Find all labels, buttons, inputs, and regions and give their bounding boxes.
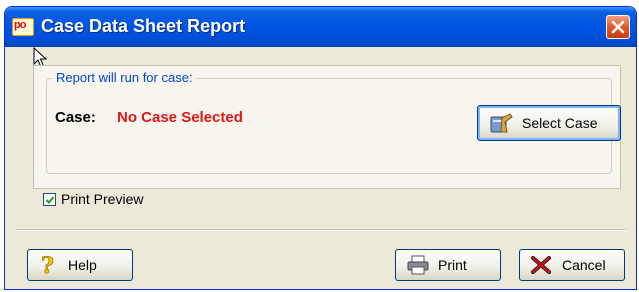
printer-icon (407, 255, 429, 275)
dialog-window: po Case Data Sheet Report Report will ru… (4, 6, 637, 290)
app-icon-text: po (14, 19, 26, 31)
divider (15, 229, 626, 231)
checkmark-icon (45, 196, 55, 204)
window-title: Case Data Sheet Report (41, 16, 246, 36)
cancel-icon (531, 256, 551, 274)
help-button[interactable]: ? Help (27, 249, 133, 281)
select-case-label: Select Case (522, 115, 598, 131)
app-icon[interactable]: po (12, 18, 34, 36)
case-label: Case: (55, 109, 96, 126)
select-case-icon (490, 113, 513, 133)
cancel-label: Cancel (562, 257, 606, 273)
print-button[interactable]: Print (395, 249, 501, 281)
report-panel: Report will run for case: Case: No Case … (33, 65, 621, 189)
close-button[interactable] (606, 15, 630, 39)
select-case-button[interactable]: Select Case (477, 105, 621, 141)
print-label: Print (438, 257, 467, 273)
close-icon (611, 20, 625, 34)
help-icon: ? (41, 253, 54, 277)
help-label: Help (68, 257, 97, 273)
case-value: No Case Selected (117, 109, 243, 126)
case-groupbox: Report will run for case: Case: No Case … (46, 70, 621, 174)
title-bar[interactable]: po Case Data Sheet Report (5, 7, 636, 47)
print-preview-checkbox[interactable] (43, 193, 56, 206)
cancel-button[interactable]: Cancel (519, 249, 625, 281)
svg-text:?: ? (41, 253, 54, 277)
groupbox-legend: Report will run for case: (53, 70, 196, 85)
print-preview-label: Print Preview (61, 191, 144, 207)
